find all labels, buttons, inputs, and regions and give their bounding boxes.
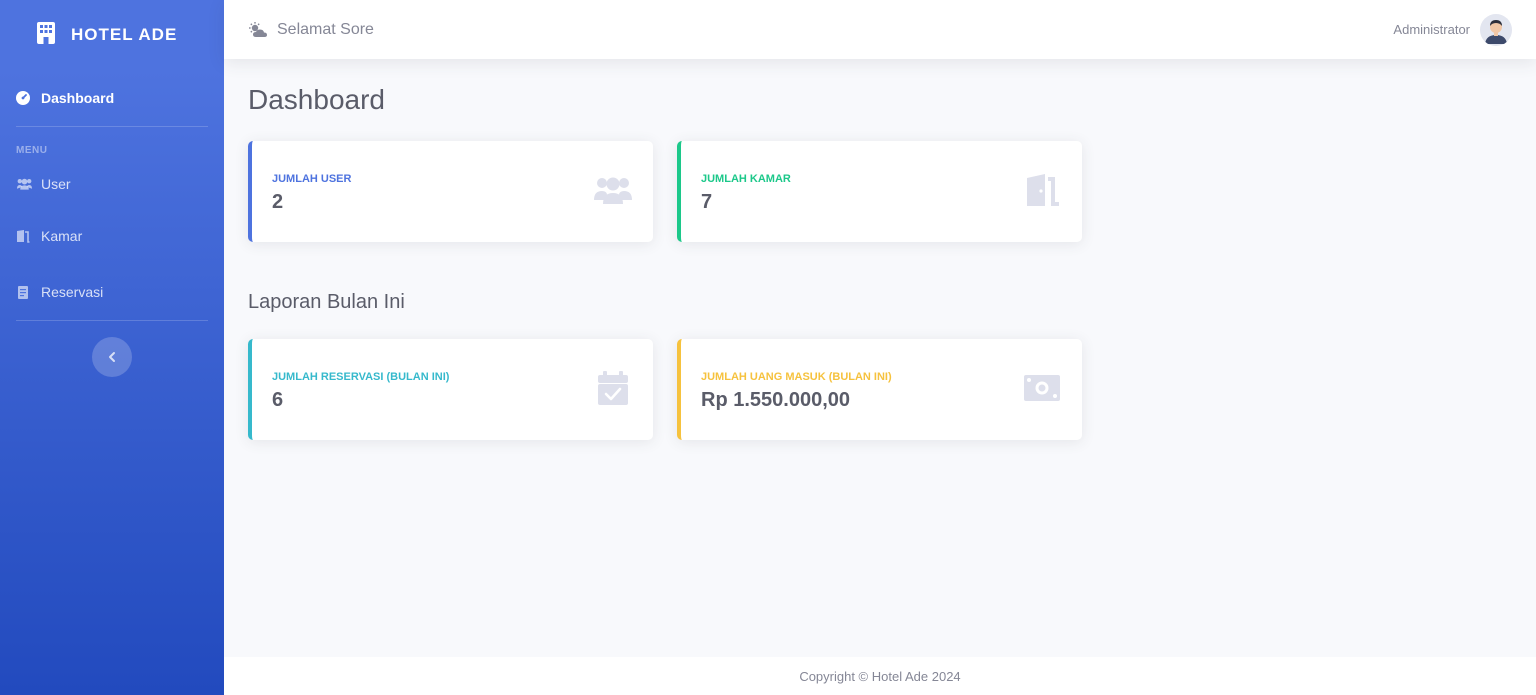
card-value: 6 [272, 389, 284, 411]
page-title: Dashboard [248, 84, 385, 115]
main-content: Dashboard JUMLAH USER 2 JUMLAH KAMAR 7 L… [248, 59, 1536, 440]
money-bill-icon [1024, 375, 1060, 401]
topbar: Selamat Sore Administrator [224, 0, 1536, 59]
greeting-text: Selamat Sore [277, 20, 374, 38]
card-value: Rp 1.550.000,00 [701, 389, 850, 411]
sidebar-item-dashboard[interactable]: Dashboard [0, 70, 224, 126]
users-icon [16, 178, 33, 190]
stat-card-kamar: JUMLAH KAMAR 7 [677, 141, 1082, 242]
card-value: 2 [272, 191, 284, 213]
card-value: 7 [701, 191, 713, 213]
sidebar-divider [16, 320, 208, 321]
user-avatar-icon [1480, 13, 1512, 46]
card-label: JUMLAH USER [272, 173, 352, 185]
sidebar-heading: MENU [16, 145, 48, 156]
clipboard-icon [18, 286, 28, 299]
sidebar-item-kamar[interactable]: Kamar [0, 208, 224, 264]
users-icon [594, 177, 632, 204]
sidebar-item-label: User [41, 176, 71, 192]
card-label: JUMLAH UANG MASUK (BULAN INI) [701, 371, 892, 383]
sidebar-item-reservasi[interactable]: Reservasi [0, 264, 224, 320]
tachometer-icon [16, 91, 30, 105]
door-open-icon [1027, 174, 1059, 206]
sidebar-item-label: Dashboard [41, 90, 115, 106]
stat-card-user: JUMLAH USER 2 [248, 141, 653, 242]
stat-card-reservasi: JUMLAH RESERVASI (BULAN INI) 6 [248, 339, 653, 440]
user-name: Administrator [1393, 22, 1470, 37]
user-dropdown[interactable]: Administrator [1393, 13, 1512, 46]
calendar-check-icon [598, 371, 628, 405]
sidebar-item-label: Kamar [41, 228, 83, 244]
stat-card-uang-masuk: JUMLAH UANG MASUK (BULAN INI) Rp 1.550.0… [677, 339, 1082, 440]
sidebar-item-user[interactable]: User [0, 160, 224, 208]
copyright-text: Copyright © Hotel Ade 2024 [799, 668, 961, 684]
building-icon [37, 22, 55, 44]
footer: Copyright © Hotel Ade 2024 [224, 657, 1536, 695]
cloud-sun-icon [249, 21, 267, 37]
door-icon [17, 230, 30, 243]
sidebar-item-label: Reservasi [41, 284, 104, 300]
brand[interactable]: HOTEL ADE [0, 0, 224, 70]
section-title: Laporan Bulan Ini [248, 291, 405, 313]
card-label: JUMLAH KAMAR [701, 173, 791, 185]
avatar[interactable] [1480, 13, 1512, 46]
sidebar-toggle-button[interactable] [92, 337, 132, 377]
card-label: JUMLAH RESERVASI (BULAN INI) [272, 371, 450, 383]
greeting: Selamat Sore [248, 21, 374, 39]
chevron-left-icon [109, 352, 115, 362]
brand-name: HOTEL ADE [71, 25, 178, 44]
sidebar: HOTEL ADE Dashboard MENU User Kamar Rese… [0, 0, 224, 695]
